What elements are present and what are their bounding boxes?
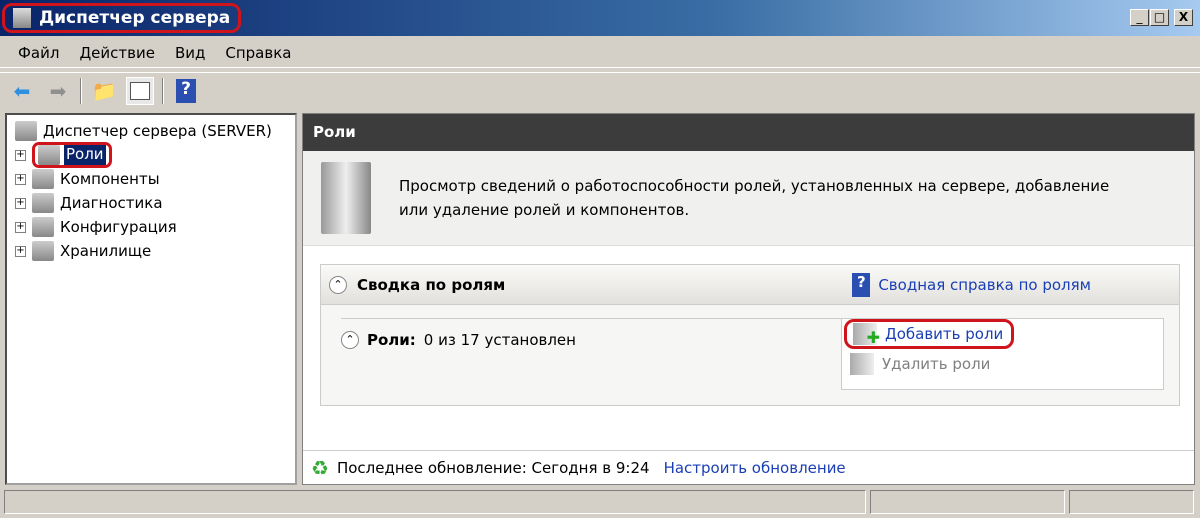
roles-help-link[interactable]: Сводная справка по ролям (878, 276, 1091, 294)
menu-help[interactable]: Справка (215, 44, 301, 62)
folder-up-icon[interactable]: 📁 (90, 77, 118, 105)
refresh-icon: ♻ (311, 455, 329, 480)
features-icon (32, 169, 54, 189)
remove-roles-label: Удалить роли (882, 355, 991, 373)
back-icon[interactable]: ⬅ (8, 77, 36, 105)
title-highlight: Диспетчер сервера (2, 3, 242, 33)
console-tree-icon[interactable] (126, 76, 154, 105)
tree-item-label: Конфигурация (60, 218, 177, 236)
window-title: Диспетчер сервера (39, 8, 231, 28)
expand-icon[interactable]: + (15, 221, 26, 233)
remove-roles-icon (850, 353, 874, 375)
refresh-footer: ♻ Последнее обновление: Сегодня в 9:24 Н… (303, 450, 1194, 484)
diagnostics-icon (32, 193, 54, 213)
separator (80, 77, 82, 104)
summary-title: Сводка по ролям (357, 275, 506, 294)
roles-row: ⌃ Роли: 0 из 17 установлен (341, 318, 841, 349)
pane-header: Роли (303, 114, 1194, 151)
configure-refresh-link[interactable]: Настроить обновление (664, 459, 846, 477)
tree-root[interactable]: Диспетчер сервера (SERVER) (15, 119, 287, 143)
maximize-button[interactable]: □ (1150, 9, 1169, 26)
menu-bar: Файл Действие Вид Справка (0, 38, 1200, 68)
tree-item-label: Компоненты (60, 170, 160, 188)
tree-item-label: Хранилище (60, 242, 152, 260)
details-pane: Роли Просмотр сведений о работоспособнос… (302, 113, 1195, 485)
actions-box: ✚ Добавить роли Удалить роли (841, 318, 1164, 390)
roles-icon (38, 145, 60, 165)
status-panel (4, 490, 866, 514)
menu-file[interactable]: Файл (8, 44, 69, 62)
minimize-button[interactable]: _ (1130, 9, 1149, 26)
tree-root-label: Диспетчер сервера (SERVER) (43, 122, 272, 140)
status-panel (1069, 490, 1194, 514)
toolbar: ⬅ ➡ 📁 ? (0, 72, 1200, 108)
last-update-text: Последнее обновление: Сегодня в 9:24 (336, 458, 650, 477)
description-area: Просмотр сведений о работоспособности ро… (303, 151, 1194, 246)
tree-item-storage[interactable]: + Хранилище (15, 239, 287, 263)
title-bar: Диспетчер сервера (0, 0, 1200, 36)
tree-item-label: Диагностика (60, 194, 163, 212)
configuration-icon (32, 217, 54, 237)
server-roles-icon (321, 162, 371, 234)
expand-icon[interactable]: + (15, 173, 26, 185)
tree-item-diagnostics[interactable]: + Диагностика (15, 191, 287, 215)
expand-icon[interactable]: + (15, 245, 26, 257)
roles-highlight: Роли (32, 142, 112, 168)
tree-item-configuration[interactable]: + Конфигурация (15, 215, 287, 239)
tree-item-roles[interactable]: + Роли (15, 142, 287, 168)
description-text: Просмотр сведений о работоспособности ро… (399, 177, 1110, 219)
roles-value: 0 из 17 установлен (423, 331, 576, 349)
expand-icon[interactable]: + (15, 197, 26, 209)
help-icon: ? (852, 272, 871, 297)
menu-view[interactable]: Вид (165, 44, 215, 62)
close-button[interactable]: X (1174, 9, 1193, 26)
forward-icon[interactable]: ➡ (44, 77, 72, 105)
add-roles-label: Добавить роли (885, 325, 1004, 343)
storage-icon (32, 241, 54, 261)
server-manager-icon (13, 8, 31, 28)
add-roles-link[interactable]: ✚ Добавить роли (844, 319, 1014, 349)
help-icon[interactable]: ? (172, 77, 200, 105)
roles-label: Роли: (367, 331, 416, 349)
separator (162, 77, 164, 104)
collapse-icon[interactable]: ⌃ (329, 275, 347, 294)
tree-item-features[interactable]: + Компоненты (15, 167, 287, 191)
summary-header: ⌃ Сводка по ролям ? Сводная справка по р… (321, 265, 1179, 305)
status-bar (0, 488, 1200, 518)
roles-summary-section: ⌃ Сводка по ролям ? Сводная справка по р… (320, 264, 1180, 406)
tree-item-label: Роли (64, 145, 106, 165)
console-tree: Диспетчер сервера (SERVER) + Роли + Компо… (5, 113, 297, 485)
server-manager-icon (15, 121, 37, 141)
status-panel (870, 490, 1065, 514)
menu-action[interactable]: Действие (69, 44, 165, 62)
collapse-icon[interactable]: ⌃ (341, 331, 359, 349)
add-roles-icon: ✚ (853, 323, 880, 347)
remove-roles-link[interactable]: Удалить роли (850, 349, 1155, 379)
expand-icon[interactable]: + (15, 149, 26, 161)
